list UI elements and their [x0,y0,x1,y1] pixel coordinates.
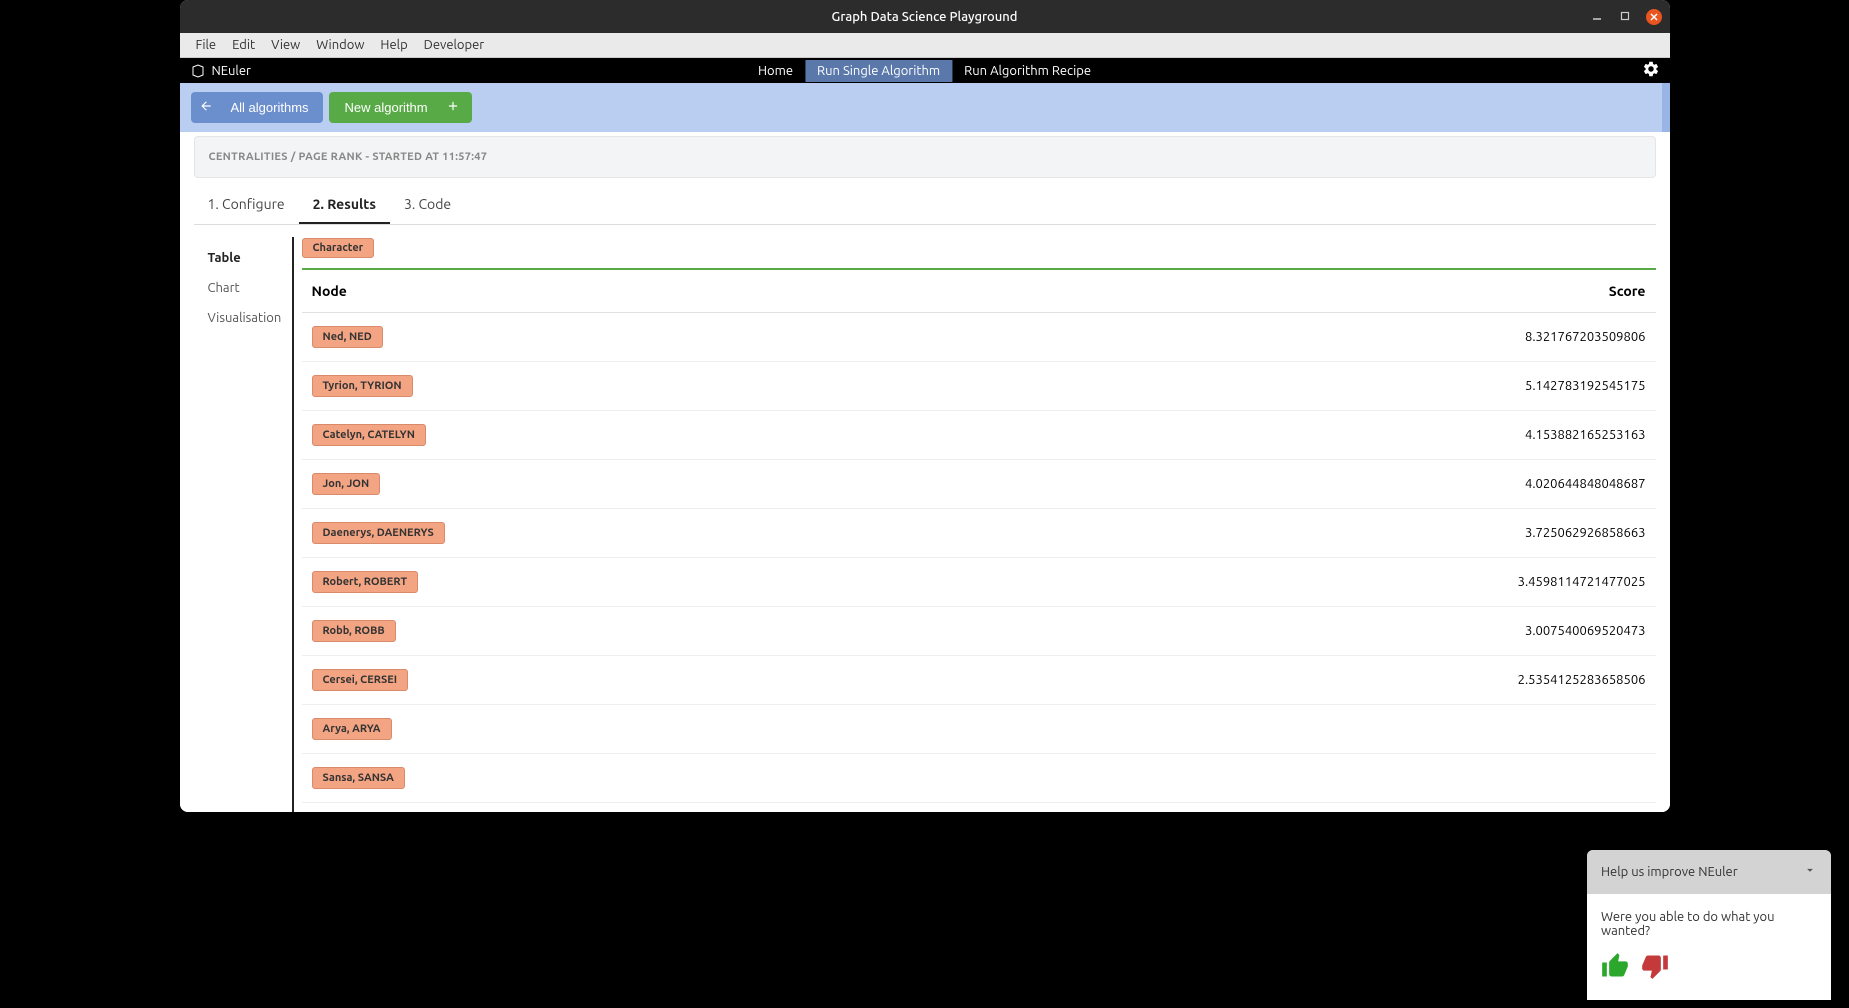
feedback-question: Were you able to do what you wanted? [1601,910,1817,938]
menubar: File Edit View Window Help Developer [180,33,1670,58]
minimize-button[interactable] [1590,9,1604,23]
table-row: Cersei, CERSEI 2.5354125283658506 [302,656,1656,705]
node-chip[interactable]: Tyrion, TYRION [312,375,413,397]
node-chip[interactable]: Robb, ROBB [312,620,396,642]
score-cell [991,754,1656,803]
menu-file[interactable]: File [188,38,225,52]
plus-icon [446,99,460,116]
table-row: Daenerys, DAENERYS 3.725062926858663 [302,509,1656,558]
column-header-score[interactable]: Score [991,269,1656,313]
sidebar-item-table[interactable]: Table [208,243,278,273]
node-chip[interactable]: Catelyn, CATELYN [312,424,426,446]
breadcrumb-text: CENTRALITIES / PAGE RANK - STARTED AT 11… [209,151,1641,163]
results-sidebar: Table Chart Visualisation [194,237,294,812]
feedback-panel: Help us improve NEuler Were you able to … [1587,850,1831,1000]
feedback-title: Help us improve NEuler [1601,865,1738,879]
score-cell: 3.725062926858663 [991,509,1656,558]
chevron-down-icon[interactable] [1803,863,1817,881]
table-row: Bran, BRAN [302,803,1656,813]
score-cell: 3.007540069520473 [991,607,1656,656]
results-main: Character Node Score Ned, NED 8.321767203… [294,237,1656,812]
all-algorithms-button[interactable]: All algorithms [191,92,323,123]
toolbar: All algorithms New algorithm [180,83,1670,132]
score-cell: 8.321767203509806 [991,313,1656,362]
feedback-header[interactable]: Help us improve NEuler [1587,850,1831,894]
sidebar-item-visualisation[interactable]: Visualisation [208,303,278,333]
window-title: Graph Data Science Playground [832,10,1018,24]
tab-results[interactable]: 2. Results [299,186,390,224]
all-algorithms-label: All algorithms [231,100,309,115]
table-row: Ned, NED 8.321767203509806 [302,313,1656,362]
appbar: NEuler Home Run Single Algorithm Run Alg… [180,58,1670,83]
nav-run-recipe[interactable]: Run Algorithm Recipe [952,60,1103,82]
tab-code[interactable]: 3. Code [390,186,465,224]
score-cell: 4.020644848048687 [991,460,1656,509]
thumbs-down-icon[interactable] [1641,952,1669,984]
score-cell: 4.153882165253163 [991,411,1656,460]
node-chip[interactable]: Jon, JON [312,473,381,495]
thumbs-up-icon[interactable] [1601,952,1629,984]
table-row: Robb, ROBB 3.007540069520473 [302,607,1656,656]
label-chip-character[interactable]: Character [302,238,375,258]
node-chip[interactable]: Cersei, CERSEI [312,669,409,691]
menu-view[interactable]: View [263,38,308,52]
score-cell: 5.142783192545175 [991,362,1656,411]
node-chip[interactable]: Sansa, SANSA [312,767,405,789]
menu-help[interactable]: Help [372,38,415,52]
new-algorithm-label: New algorithm [345,100,428,115]
node-chip[interactable]: Arya, ARYA [312,718,392,740]
maximize-button[interactable] [1618,9,1632,23]
score-cell [991,705,1656,754]
nav-home[interactable]: Home [746,60,805,82]
menu-window[interactable]: Window [308,38,372,52]
score-cell: 3.4598114721477025 [991,558,1656,607]
app-logo-icon [190,63,206,79]
table-row: Tyrion, TYRION 5.142783192545175 [302,362,1656,411]
close-button[interactable] [1646,9,1662,25]
breadcrumb: CENTRALITIES / PAGE RANK - STARTED AT 11… [194,136,1656,178]
titlebar: Graph Data Science Playground [180,0,1670,33]
table-row: Jon, JON 4.020644848048687 [302,460,1656,509]
arrow-left-icon [199,99,213,116]
score-cell [991,803,1656,813]
new-algorithm-button[interactable]: New algorithm [329,92,472,123]
app-name: NEuler [212,64,251,78]
tab-configure[interactable]: 1. Configure [194,186,299,224]
menu-developer[interactable]: Developer [416,38,493,52]
results-table: Node Score Ned, NED8.321767203509806Tyri… [302,268,1656,812]
score-cell: 2.5354125283658506 [991,656,1656,705]
gear-icon[interactable] [1642,64,1660,82]
column-header-node[interactable]: Node [302,269,991,313]
table-row: Arya, ARYA [302,705,1656,754]
table-row: Catelyn, CATELYN 4.153882165253163 [302,411,1656,460]
sidebar-item-chart[interactable]: Chart [208,273,278,303]
tabs: 1. Configure 2. Results 3. Code [194,186,1656,225]
nav-run-single[interactable]: Run Single Algorithm [805,60,952,82]
table-row: Robert, ROBERT 3.4598114721477025 [302,558,1656,607]
node-chip[interactable]: Daenerys, DAENERYS [312,522,445,544]
node-chip[interactable]: Ned, NED [312,326,383,348]
node-chip[interactable]: Robert, ROBERT [312,571,419,593]
menu-edit[interactable]: Edit [224,38,263,52]
table-row: Sansa, SANSA [302,754,1656,803]
